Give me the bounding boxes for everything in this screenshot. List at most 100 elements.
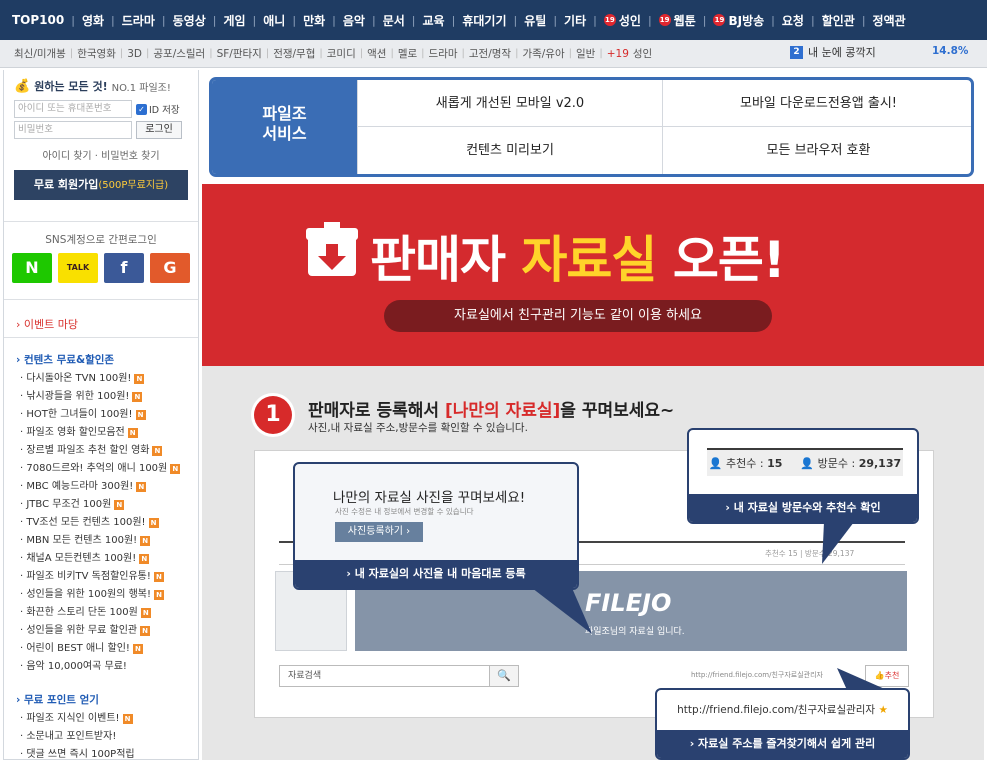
nav-item[interactable]: 드라마 bbox=[122, 12, 155, 29]
section-title[interactable]: › 무료 포인트 얻기 bbox=[16, 692, 198, 707]
subnav-item[interactable]: 성인 bbox=[633, 46, 652, 61]
list-item[interactable]: · 낚시광들을 위한 100원! N bbox=[20, 388, 198, 406]
nav-separator: | bbox=[371, 13, 376, 27]
password-input[interactable]: 비밀번호 bbox=[14, 121, 132, 139]
find-account-links[interactable]: 아이디 찾기 · 비밀번호 찾기 bbox=[14, 147, 188, 162]
nav-item[interactable]: 19 성인 bbox=[603, 12, 641, 29]
list-item[interactable]: · 음악 10,000여곡 무료! bbox=[20, 658, 198, 676]
join-button[interactable]: 무료 회원가입(500P무료지급) bbox=[14, 170, 188, 200]
step-title-c: 을 꾸며보세요~ bbox=[560, 401, 675, 421]
nav-item[interactable]: 19 BJ방송 bbox=[713, 12, 764, 29]
service-mobile-v2[interactable]: 새롭게 개선된 모바일 v2.0 bbox=[357, 80, 662, 127]
recommend-stat: 👤 추천수 : 15 bbox=[709, 455, 783, 471]
download-box-icon bbox=[306, 222, 358, 276]
login-box: 💰 원하는 모든 것! NO.1 파일조! 아이디 또는 휴대폰번호 ✓ ID … bbox=[4, 70, 198, 222]
subnav-item[interactable]: 일반 bbox=[576, 46, 595, 61]
nav-separator: | bbox=[332, 13, 336, 27]
list-item[interactable]: · 화끈한 스토리 단돈 100원 N bbox=[20, 604, 198, 622]
nav-item-label: 교육 bbox=[422, 13, 445, 28]
promo-sections: › 컨텐츠 무료&할인존 · 다시돌아온 TVN 100원! N · 낚시광들을 위한… bbox=[4, 352, 198, 764]
nav-item[interactable]: 19 웹툰 bbox=[658, 12, 696, 29]
facebook-login-icon[interactable]: f bbox=[104, 253, 144, 283]
list-item[interactable]: · HOT한 그녀들이 100원! N bbox=[20, 406, 198, 424]
save-id-checkbox[interactable]: ✓ ID 저장 bbox=[136, 102, 180, 116]
list-item[interactable]: · 파일조 비키TV 독점할인유통! N bbox=[20, 568, 198, 586]
nav-item-label: 기타 bbox=[564, 13, 587, 28]
subnav-separator: | bbox=[390, 48, 394, 59]
subnav-item[interactable]: 최신/미개봉 bbox=[14, 46, 66, 61]
subnav-separator: | bbox=[69, 48, 74, 59]
nav-item[interactable]: 휴대기기 bbox=[462, 12, 506, 29]
realtime-ranking[interactable]: 2 내 눈에 콩깍지 bbox=[790, 44, 876, 60]
new-badge-icon: N bbox=[139, 554, 150, 564]
rank-number: 2 bbox=[790, 45, 803, 59]
subnav-item[interactable]: 전쟁/무협 bbox=[273, 46, 315, 61]
nav-item[interactable]: 할인관 bbox=[822, 12, 855, 29]
subnav-separator: | bbox=[461, 48, 465, 59]
nav-item[interactable]: 유틸 bbox=[524, 12, 546, 29]
list-item[interactable]: · 성인들을 위한 무료 할인관 N bbox=[20, 622, 198, 640]
service-mobile-app[interactable]: 모바일 다운로드전용앱 출시! bbox=[662, 80, 971, 127]
new-badge-icon: N bbox=[114, 500, 125, 510]
checkbox-checked-icon: ✓ bbox=[136, 103, 147, 115]
subnav-item[interactable]: 액션 bbox=[367, 46, 386, 61]
callout-photo: 나만의 자료실 사진을 꾸며보세요! 사진 수정은 내 정보에서 변경할 수 있… bbox=[293, 462, 579, 590]
nav-item[interactable]: 게임 bbox=[223, 12, 245, 29]
list-item[interactable]: · 파일조 영화 할인모음전 N bbox=[20, 424, 198, 442]
nav-item[interactable]: 기타 bbox=[564, 12, 586, 29]
visit-stat: 👤 방문수 : 29,137 bbox=[800, 455, 901, 471]
list-item[interactable]: · 장르별 파일조 추천 할인 영화 N bbox=[20, 442, 198, 460]
nav-item[interactable]: 음악 bbox=[343, 12, 365, 29]
subnav-item[interactable]: 코미디 bbox=[327, 46, 356, 61]
rank-title[interactable]: 내 눈에 콩깍지 bbox=[808, 44, 876, 60]
nav-separator: | bbox=[252, 13, 257, 27]
list-item[interactable]: · TV조선 모든 컨텐츠 100원! N bbox=[20, 514, 198, 532]
nav-item[interactable]: 애니 bbox=[263, 12, 285, 29]
list-item[interactable]: · 다시돌아온 TVN 100원! N bbox=[20, 370, 198, 388]
list-item[interactable]: · 7080드르와! 추억의 애니 100원 N bbox=[20, 460, 198, 478]
nav-item[interactable]: 정액관 bbox=[873, 12, 906, 29]
subnav-separator: | bbox=[599, 48, 603, 59]
list-item[interactable]: · JTBC 무조건 100원 N bbox=[20, 496, 198, 514]
subnav-item[interactable]: 공포/스릴러 bbox=[153, 46, 205, 61]
nav-item[interactable]: 문서 bbox=[383, 12, 405, 29]
list-item[interactable]: · MBN 모든 컨텐츠 100원! N bbox=[20, 532, 198, 550]
subnav-item[interactable]: 드라마 bbox=[429, 46, 458, 61]
nav-item-label: 드라마 bbox=[121, 13, 155, 28]
nav-item[interactable]: TOP100 bbox=[12, 13, 64, 27]
nav-item[interactable]: 동영상 bbox=[173, 12, 206, 29]
kakao-login-icon[interactable]: TALK bbox=[58, 253, 98, 283]
money-bag-icon: 💰 bbox=[14, 78, 31, 94]
service-preview[interactable]: 컨텐츠 미리보기 bbox=[357, 127, 662, 174]
id-input[interactable]: 아이디 또는 휴대폰번호 bbox=[14, 100, 132, 118]
subnav-item[interactable]: 멜로 bbox=[398, 46, 417, 61]
section-title[interactable]: › 컨텐츠 무료&할인존 bbox=[16, 352, 198, 367]
nav-separator: | bbox=[411, 13, 416, 27]
subnav-item[interactable]: 한국영화 bbox=[77, 46, 116, 61]
list-item[interactable]: · 파일조 지식인 이벤트! N bbox=[20, 710, 198, 728]
subnav-item[interactable]: SF/판타지 bbox=[217, 46, 262, 61]
google-login-icon[interactable]: G bbox=[150, 253, 190, 283]
login-button[interactable]: 로그인 bbox=[136, 121, 182, 139]
nav-item[interactable]: 만화 bbox=[303, 12, 325, 29]
subnav-item[interactable]: +19 bbox=[607, 48, 629, 60]
event-link[interactable]: › 이벤트 마당 bbox=[4, 300, 198, 338]
subnav-item[interactable]: 고전/명작 bbox=[469, 46, 511, 61]
subnav-item[interactable]: 3D bbox=[127, 48, 142, 60]
new-badge-icon: N bbox=[140, 626, 151, 636]
nav-item[interactable]: 요청 bbox=[782, 12, 804, 29]
photo-register-button[interactable]: 사진등록하기 › bbox=[335, 522, 423, 542]
naver-login-icon[interactable]: N bbox=[12, 253, 52, 283]
new-badge-icon: N bbox=[154, 590, 164, 600]
list-item[interactable]: · 성인들을 위한 100원의 행복! N bbox=[20, 586, 198, 604]
nav-item-label: 유틸 bbox=[524, 13, 547, 28]
subnav-item[interactable]: 가족/유아 bbox=[522, 46, 564, 61]
list-item[interactable]: · 댓글 쓰면 즉시 100P적립 bbox=[20, 746, 198, 764]
list-item[interactable]: · 채널A 모든컨텐츠 100원! N bbox=[20, 550, 198, 568]
list-item[interactable]: · MBC 예능드라마 300원! N bbox=[20, 478, 198, 496]
list-item[interactable]: · 소문내고 포인트받자! bbox=[20, 728, 198, 746]
nav-item[interactable]: 교육 bbox=[423, 12, 445, 29]
list-item[interactable]: · 어린이 BEST 애니 할인! N bbox=[20, 640, 198, 658]
nav-item[interactable]: 영화 bbox=[82, 12, 104, 29]
service-browser[interactable]: 모든 브라우저 호환 bbox=[662, 127, 971, 174]
